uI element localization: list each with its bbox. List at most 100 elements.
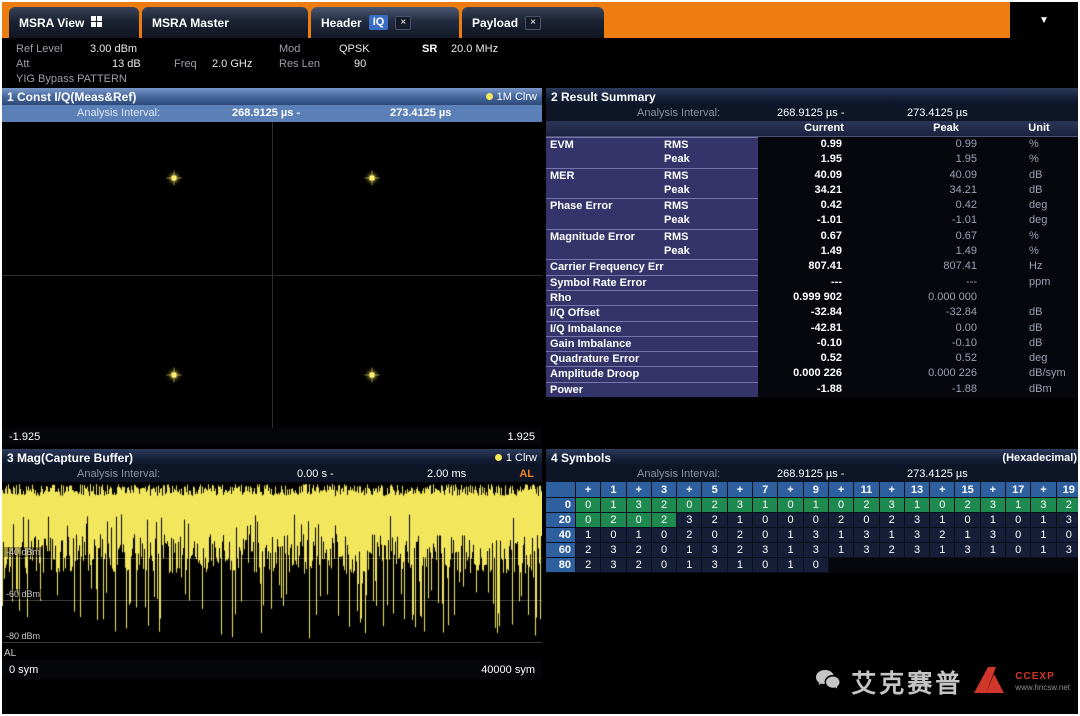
- symbol-cell: 1: [1031, 513, 1057, 528]
- result-length-value[interactable]: 90: [354, 58, 366, 71]
- tab-msra-view[interactable]: MSRA View: [9, 7, 139, 38]
- mag-x-max: 40000 sym: [481, 663, 535, 676]
- result-row: Peak 1.49 1.49%: [546, 244, 1078, 260]
- symbol-cell: 2: [854, 498, 880, 513]
- y-tick-minus80: -80 dBm: [4, 631, 43, 641]
- symbol-cell: 1: [727, 513, 754, 528]
- tab-bar: MSRA View MSRA Master Header IQ × Payloa…: [2, 2, 1078, 38]
- result-unit: dB: [1029, 183, 1043, 196]
- column-header-peak: Peak: [933, 122, 959, 134]
- result-current-value: 34.21: [814, 183, 842, 196]
- result-window-titlebar[interactable]: 2 Result Summary: [546, 88, 1078, 105]
- symbol-cell: 3: [955, 543, 981, 558]
- result-peak-value: -32.84: [945, 306, 977, 319]
- symbol-cell: 3: [753, 543, 779, 558]
- analysis-interval-label: Analysis Interval:: [77, 468, 161, 480]
- result-peak-value: 1.95: [955, 153, 977, 166]
- symbol-cell: 1: [980, 513, 1007, 528]
- channel-settings-bar: Ref Level 3.00 dBm Mod QPSK SR 20.0 MHz …: [2, 38, 1078, 88]
- symbols-analysis-interval-bar: Analysis Interval: 268.9125 µs - 273.412…: [546, 466, 1078, 482]
- result-row-label: Peak: [546, 244, 758, 260]
- symbols-window-titlebar[interactable]: 4 Symbols (Hexadecimal): [546, 449, 1078, 466]
- symbol-cell: 0: [778, 513, 804, 528]
- result-summary-window: 2 Result Summary Analysis Interval: 268.…: [546, 88, 1078, 398]
- result-row: Symbol Rate Error --- --- ppm: [546, 274, 1078, 290]
- symbol-cell: 1: [980, 543, 1007, 558]
- symbols-row-start-index: 80: [546, 558, 576, 573]
- result-unit: dB: [1029, 306, 1043, 319]
- result-peak-value: 1.49: [955, 245, 977, 258]
- result-param-subtype: Peak: [664, 183, 690, 196]
- tab-msra-view-label: MSRA View: [19, 15, 85, 30]
- symbol-cell: 2: [1056, 498, 1078, 513]
- symbols-column-header: 5: [702, 482, 728, 498]
- result-current-value: 0.99: [820, 138, 842, 150]
- tab-msra-master-label: MSRA Master: [152, 15, 229, 30]
- ref-level-value[interactable]: 3.00 dBm: [90, 43, 137, 56]
- iq-badge: IQ: [368, 15, 389, 30]
- symbols-column-header: 11: [854, 482, 880, 498]
- symbol-cell: 0: [651, 528, 678, 543]
- result-unit: Hz: [1029, 260, 1043, 273]
- symbol-rate-value[interactable]: 20.0 MHz: [451, 43, 498, 56]
- symbol-cell: 1: [1006, 498, 1032, 513]
- const-window-titlebar[interactable]: 1 Const I/Q(Meas&Ref) 1M Clrw: [2, 88, 542, 105]
- result-length-label: Res Len: [279, 58, 320, 70]
- result-current-value: 0.000 226: [793, 367, 842, 380]
- result-row-label: Rho: [546, 289, 758, 306]
- symbols-column-header: +: [828, 482, 855, 498]
- freq-value[interactable]: 2.0 GHz: [212, 58, 252, 71]
- symbol-cell: 1: [879, 528, 905, 543]
- mod-value[interactable]: QPSK: [339, 43, 370, 56]
- symbol-cell: 2: [955, 498, 981, 513]
- symbols-window: 4 Symbols (Hexadecimal) Analysis Interva…: [546, 449, 1078, 573]
- symbols-corner-cell: [546, 482, 576, 498]
- symbols-column-header: +: [626, 482, 652, 498]
- att-value[interactable]: 13 dB: [112, 58, 141, 71]
- close-icon[interactable]: ×: [525, 15, 542, 30]
- tab-header[interactable]: Header IQ ×: [311, 7, 459, 38]
- result-unit: %: [1029, 138, 1039, 150]
- result-current-value: -32.84: [810, 306, 842, 319]
- analysis-line-flag: AL: [519, 468, 534, 480]
- symbol-cell: 0: [753, 513, 779, 528]
- yig-bypass-label: YIG Bypass PATTERN: [16, 73, 127, 85]
- symbols-column-header: +: [727, 482, 754, 498]
- result-peak-value: 0.00: [955, 321, 977, 334]
- symbols-column-header: 9: [803, 482, 829, 498]
- symbol-cell: 0: [955, 513, 981, 528]
- mag-window-titlebar[interactable]: 3 Mag(Capture Buffer) 1 Clrw: [2, 449, 542, 466]
- mag-plot[interactable]: -40 dBm -60 dBm -80 dBm AL: [2, 482, 542, 660]
- symbol-cell: 0: [651, 558, 678, 573]
- result-current-value: 0.67: [820, 229, 842, 242]
- result-param-subtype: Peak: [664, 214, 690, 227]
- symbol-cell: 1: [803, 498, 829, 513]
- result-row-label: Gain Imbalance: [546, 335, 758, 352]
- result-row-label: Magnitude Error RMS: [546, 228, 758, 245]
- constellation-point: [166, 367, 182, 383]
- result-row: Carrier Frequency Error 807.41 807.41 Hz: [546, 259, 1078, 275]
- result-peak-value: ---: [966, 275, 977, 288]
- tab-payload[interactable]: Payload ×: [462, 7, 604, 38]
- symbol-cell: 0: [576, 498, 602, 513]
- analysis-interval-end: 273.4125 µs: [907, 107, 968, 119]
- wechat-icon: [814, 668, 842, 697]
- chevron-down-icon: ▼: [1039, 14, 1049, 26]
- result-unit: ppm: [1029, 275, 1051, 288]
- result-row-label: Carrier Frequency Error: [546, 259, 758, 275]
- symbol-cell: 0: [1056, 528, 1078, 543]
- ref-level-label: Ref Level: [16, 43, 63, 55]
- tab-overflow-dropdown[interactable]: ▼: [1010, 2, 1078, 38]
- constellation-plot[interactable]: [2, 122, 542, 428]
- symbol-cell: 1: [778, 528, 804, 543]
- close-icon[interactable]: ×: [395, 15, 412, 30]
- result-unit: dBm: [1029, 382, 1052, 395]
- result-peak-value: 34.21: [949, 183, 977, 196]
- symbol-cell: 0: [778, 498, 804, 513]
- result-unit: %: [1029, 153, 1039, 166]
- symbol-cell: 1: [601, 498, 627, 513]
- symbol-cell: 2: [651, 498, 678, 513]
- tab-msra-master[interactable]: MSRA Master: [142, 7, 308, 38]
- result-row: I/Q Imbalance -42.81 0.00 dB: [546, 320, 1078, 336]
- y-tick-minus40: -40 dBm: [4, 547, 43, 557]
